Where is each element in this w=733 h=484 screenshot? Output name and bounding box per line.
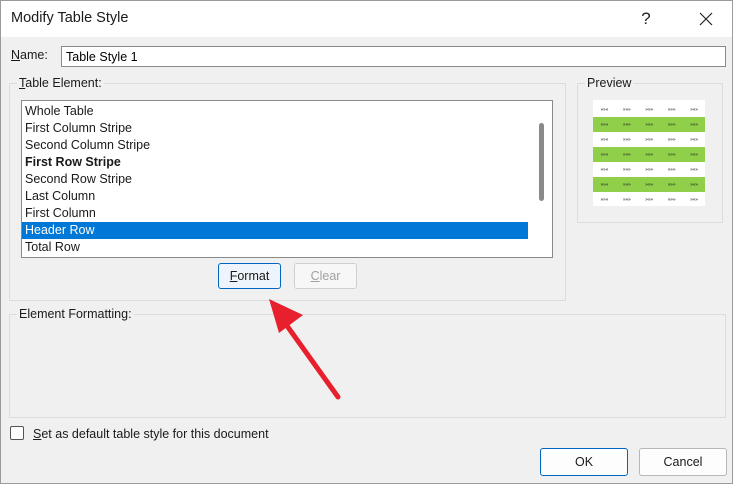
preview-row: »»» »»» »»» »»» »»»: [593, 147, 705, 162]
ok-button[interactable]: OK: [540, 448, 628, 476]
preview-cell: »»»: [600, 181, 609, 188]
preview-cell: »»»: [622, 136, 631, 143]
preview-cell: »»»: [667, 136, 676, 143]
dialog-title: Modify Table Style: [11, 10, 129, 26]
preview-cell: »»»: [689, 151, 698, 158]
preview-cell: »»»: [667, 181, 676, 188]
title-bar: Modify Table Style ?: [1, 1, 732, 37]
list-item-first-column[interactable]: First Column: [22, 205, 528, 222]
preview-cell: »»»: [600, 166, 609, 173]
table-element-label: Table Element:: [17, 76, 104, 90]
preview-cell: »»»: [622, 106, 631, 113]
preview-cell: »»»: [600, 151, 609, 158]
preview-cell: »»»: [667, 121, 676, 128]
preview-cell: »»»: [645, 181, 653, 188]
preview-row: »»» »»» »»» »»» »»»: [593, 192, 705, 207]
list-item-total-row[interactable]: Total Row: [22, 239, 528, 256]
table-preview: »»»»»»»»»»»»»»»»»»»»»»»»»»»»»»»»»»»»»»»»…: [593, 100, 705, 206]
default-style-checkbox[interactable]: [10, 426, 24, 440]
preview-cell: »»»: [667, 106, 676, 113]
preview-cell: »»»: [667, 196, 676, 203]
preview-cell: »»»: [645, 196, 653, 203]
preview-row: »»» »»» »»» »»» »»»: [593, 177, 705, 192]
list-scrollbar[interactable]: [539, 123, 544, 201]
help-icon: ?: [641, 9, 651, 28]
preview-cell: »»»: [689, 136, 698, 143]
preview-cell: »»»: [600, 136, 609, 143]
preview-cell: »»»: [667, 151, 676, 158]
preview-cell: »»»: [645, 151, 653, 158]
preview-cell: »»»: [645, 106, 653, 113]
preview-cell: »»»: [689, 106, 698, 113]
preview-cell: »»»: [689, 181, 698, 188]
list-item-second-row-stripe[interactable]: Second Row Stripe: [22, 171, 528, 188]
preview-label: Preview: [585, 76, 634, 90]
modify-table-style-dialog: Modify Table Style ? Name: Table Element…: [0, 0, 733, 484]
close-icon: [699, 12, 713, 26]
clear-button-rest: lear: [319, 269, 341, 283]
list-item-second-column-stripe[interactable]: Second Column Stripe: [22, 137, 528, 154]
format-button[interactable]: Format: [218, 263, 281, 289]
name-label: Name:: [11, 48, 48, 62]
cancel-button[interactable]: Cancel: [639, 448, 727, 476]
preview-row: »»» »»» »»» »»» »»»: [593, 102, 705, 117]
format-button-rest: ormat: [237, 269, 270, 283]
preview-cell: »»»: [689, 121, 698, 128]
preview-cell: »»»: [622, 196, 631, 203]
preview-cell: »»»: [667, 166, 676, 173]
preview-row: »»» »»» »»» »»» »»»: [593, 117, 705, 132]
help-button[interactable]: ?: [623, 1, 669, 37]
preview-cell: »»»: [645, 166, 653, 173]
preview-cell: »»»: [600, 196, 609, 203]
table-element-list[interactable]: Whole Table First Column Stripe Second C…: [21, 100, 553, 258]
preview-cell: »»»: [689, 196, 698, 203]
list-item-first-row-stripe[interactable]: First Row Stripe: [22, 154, 528, 171]
clear-button[interactable]: Clear: [294, 263, 357, 289]
list-item-header-row[interactable]: Header Row: [22, 222, 528, 239]
list-item-last-column[interactable]: Last Column: [22, 188, 528, 205]
preview-cell: »»»: [645, 121, 653, 128]
preview-cell: »»»: [622, 151, 631, 158]
name-label-mnemonic: N: [11, 48, 21, 62]
preview-cell: »»»: [622, 121, 631, 128]
preview-cell: »»»: [622, 166, 631, 173]
preview-row: »»» »»» »»» »»» »»»: [593, 162, 705, 177]
list-item-whole-table[interactable]: Whole Table: [22, 103, 528, 120]
preview-cell: »»»: [622, 181, 631, 188]
table-element-items: Whole Table First Column Stripe Second C…: [22, 103, 528, 256]
preview-cell: »»»: [600, 121, 609, 128]
name-input[interactable]: [61, 46, 726, 67]
preview-cell: »»»: [645, 136, 653, 143]
name-label-rest: ame:: [20, 48, 48, 62]
annotation-arrow-icon: [269, 299, 341, 400]
close-button[interactable]: [683, 1, 729, 37]
preview-cell: »»»: [600, 106, 609, 113]
preview-cell: »»»: [689, 166, 698, 173]
list-item-first-column-stripe[interactable]: First Column Stripe: [22, 120, 528, 137]
preview-row: »»» »»» »»» »»» »»»: [593, 132, 705, 147]
element-formatting-label: Element Formatting:: [17, 307, 134, 321]
default-style-checkbox-label[interactable]: Set as default table style for this docu…: [33, 427, 269, 441]
element-formatting-group: [9, 314, 726, 418]
